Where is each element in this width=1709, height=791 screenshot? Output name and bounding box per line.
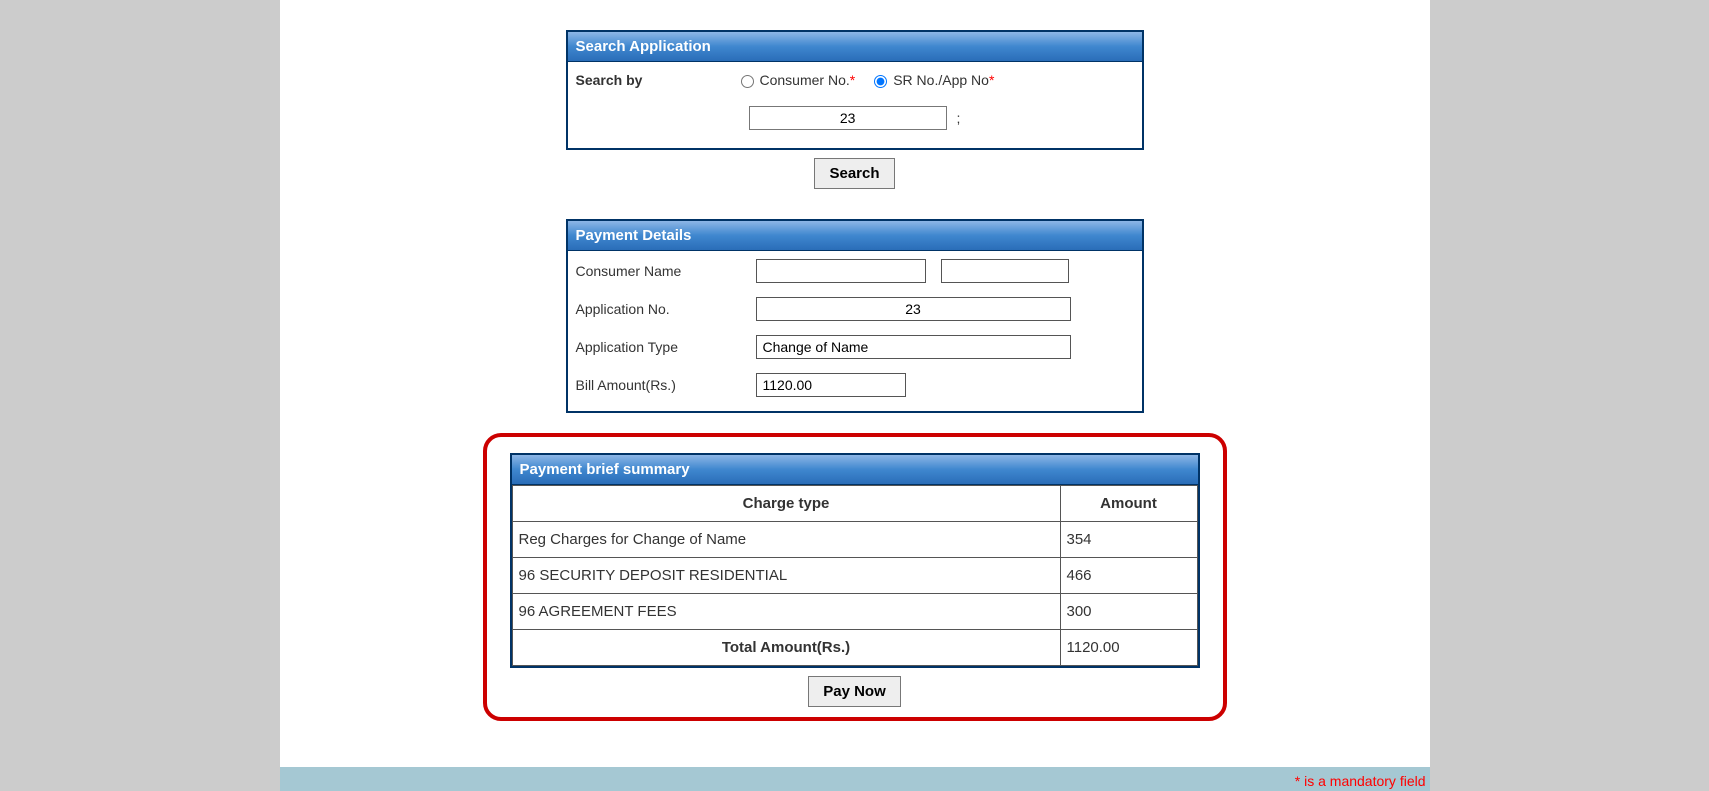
charge-cell: 96 AGREEMENT FEES bbox=[512, 594, 1060, 630]
table-row: Reg Charges for Change of Name 354 bbox=[512, 522, 1197, 558]
consumer-no-radio-item[interactable]: Consumer No.* bbox=[736, 72, 856, 88]
consumer-no-text: Consumer No. bbox=[760, 72, 850, 88]
search-by-label: Search by bbox=[576, 72, 736, 88]
mandatory-star: * bbox=[850, 72, 855, 88]
consumer-name-last-input[interactable] bbox=[941, 259, 1069, 283]
charge-type-header: Charge type bbox=[512, 486, 1060, 522]
amount-cell: 354 bbox=[1060, 522, 1197, 558]
consumer-no-radio[interactable] bbox=[741, 75, 754, 88]
application-no-input[interactable] bbox=[756, 297, 1071, 321]
search-application-panel: Search Application Search by Consumer No… bbox=[566, 30, 1144, 150]
footer-strip bbox=[280, 767, 1430, 791]
application-type-label: Application Type bbox=[576, 339, 756, 355]
payment-summary-panel: Payment brief summary Charge type Amount… bbox=[510, 453, 1200, 668]
total-amount: 1120.00 bbox=[1060, 630, 1197, 666]
payment-details-panel: Payment Details Consumer Name Applicatio… bbox=[566, 219, 1144, 413]
amount-header: Amount bbox=[1060, 486, 1197, 522]
payment-details-header: Payment Details bbox=[568, 221, 1142, 251]
payment-summary-header: Payment brief summary bbox=[512, 455, 1198, 485]
table-row: 96 SECURITY DEPOSIT RESIDENTIAL 466 bbox=[512, 558, 1197, 594]
mandatory-field-note: * is a mandatory field bbox=[1295, 773, 1426, 789]
search-input[interactable] bbox=[749, 106, 947, 130]
charge-cell: 96 SECURITY DEPOSIT RESIDENTIAL bbox=[512, 558, 1060, 594]
search-button[interactable]: Search bbox=[814, 158, 894, 189]
application-no-label: Application No. bbox=[576, 301, 756, 317]
pay-now-button[interactable]: Pay Now bbox=[808, 676, 901, 707]
charge-cell: Reg Charges for Change of Name bbox=[512, 522, 1060, 558]
bill-amount-label: Bill Amount(Rs.) bbox=[576, 377, 756, 393]
summary-table: Charge type Amount Reg Charges for Chang… bbox=[512, 485, 1198, 666]
amount-cell: 300 bbox=[1060, 594, 1197, 630]
amount-cell: 466 bbox=[1060, 558, 1197, 594]
total-row: Total Amount(Rs.) 1120.00 bbox=[512, 630, 1197, 666]
semicolon-text: ; bbox=[957, 110, 961, 126]
bill-amount-input[interactable] bbox=[756, 373, 906, 397]
mandatory-star: * bbox=[989, 72, 994, 88]
highlighted-summary-region: Payment brief summary Charge type Amount… bbox=[483, 433, 1227, 721]
search-application-header: Search Application bbox=[568, 32, 1142, 62]
sr-no-radio-item[interactable]: SR No./App No* bbox=[869, 72, 994, 88]
consumer-name-label: Consumer Name bbox=[576, 263, 756, 279]
table-row: 96 AGREEMENT FEES 300 bbox=[512, 594, 1197, 630]
application-type-input[interactable] bbox=[756, 335, 1071, 359]
sr-no-text: SR No./App No bbox=[893, 72, 989, 88]
sr-no-radio[interactable] bbox=[874, 75, 887, 88]
total-label: Total Amount(Rs.) bbox=[512, 630, 1060, 666]
consumer-name-first-input[interactable] bbox=[756, 259, 926, 283]
